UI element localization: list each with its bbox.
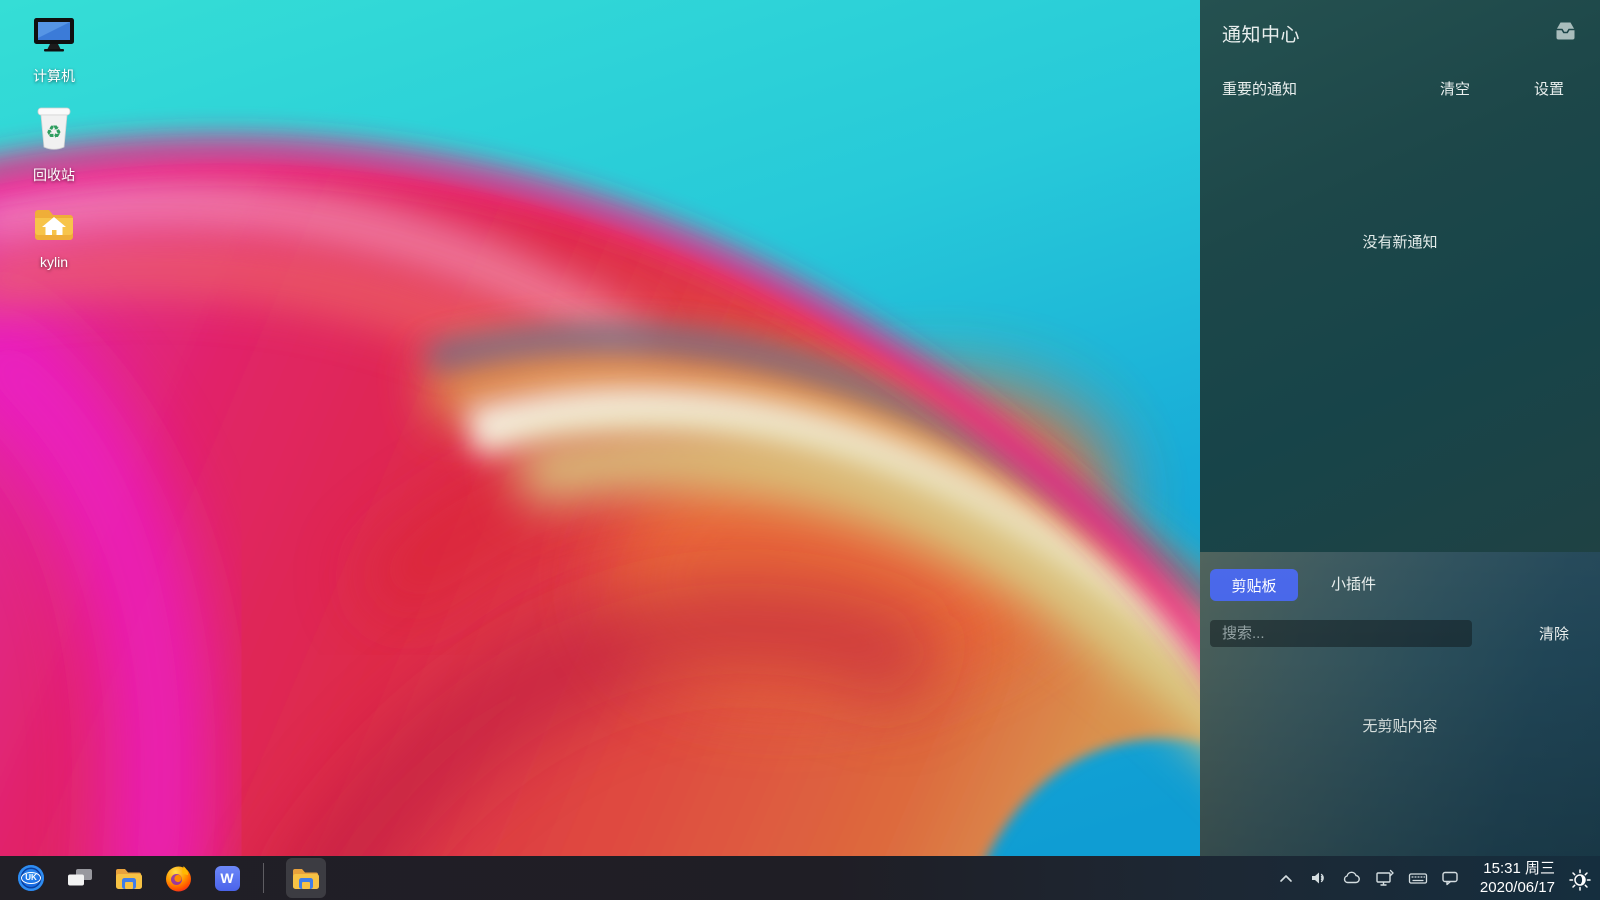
volume-icon[interactable] bbox=[1309, 868, 1329, 888]
desktop-icon-label: 回收站 bbox=[33, 165, 75, 185]
panel-header: 通知中心 bbox=[1200, 0, 1600, 66]
clear-all-button[interactable]: 清空 bbox=[1440, 78, 1470, 99]
chevron-up-icon[interactable] bbox=[1276, 868, 1296, 888]
notification-toolbar: 重要的通知 清空 设置 bbox=[1200, 66, 1600, 110]
taskbar-left: UK bbox=[0, 856, 326, 900]
notification-section: 通知中心 重要的通知 清空 设置 没有新通知 bbox=[1200, 0, 1600, 552]
inbox-tray-icon[interactable] bbox=[1553, 20, 1578, 46]
wps-icon: W bbox=[215, 866, 240, 891]
keyboard-icon[interactable] bbox=[1408, 868, 1428, 888]
file-manager-window-icon bbox=[292, 867, 320, 890]
cloud-icon[interactable] bbox=[1342, 868, 1362, 888]
desktop-icon-label: 计算机 bbox=[33, 66, 75, 86]
file-manager-window-task[interactable] bbox=[286, 858, 326, 898]
file-manager-icon bbox=[115, 867, 143, 890]
desktop-icon-computer[interactable]: 计算机 bbox=[11, 17, 97, 86]
taskbar: UK bbox=[0, 856, 1600, 900]
clear-clipboard-button[interactable]: 清除 bbox=[1539, 623, 1569, 644]
clock[interactable]: 15:31 周三 2020/06/17 bbox=[1480, 859, 1555, 897]
taskbar-separator bbox=[263, 863, 264, 893]
clipboard-search-row: 清除 bbox=[1200, 620, 1600, 647]
home-folder-icon bbox=[32, 205, 76, 246]
desktop-icon-label: kylin bbox=[40, 254, 68, 270]
tab-widgets[interactable]: 小插件 bbox=[1331, 569, 1376, 601]
wps-launcher[interactable]: W bbox=[213, 864, 241, 892]
settings-button[interactable]: 设置 bbox=[1534, 78, 1564, 99]
clipboard-section: 剪贴板 小插件 清除 无剪贴内容 bbox=[1200, 552, 1600, 856]
computer-icon bbox=[32, 17, 76, 58]
clipboard-empty-text: 无剪贴内容 bbox=[1200, 715, 1600, 736]
ukylin-logo-icon: UK bbox=[18, 865, 44, 891]
recycle-bin-icon: ♻ bbox=[33, 106, 75, 157]
clock-date: 2020/06/17 bbox=[1480, 878, 1555, 897]
file-manager-launcher[interactable] bbox=[115, 864, 143, 892]
desktop-icon-recycle-bin[interactable]: ♻ 回收站 bbox=[11, 106, 97, 185]
no-notifications-text: 没有新通知 bbox=[1200, 231, 1600, 252]
task-view-icon bbox=[67, 869, 93, 887]
panel-title: 通知中心 bbox=[1222, 20, 1300, 47]
desktop-icon-home-folder[interactable]: kylin bbox=[11, 205, 97, 270]
task-view-button[interactable] bbox=[66, 864, 94, 892]
panel-tabs: 剪贴板 小插件 bbox=[1210, 569, 1376, 601]
notification-center-panel: 通知中心 重要的通知 清空 设置 没有新通知 剪贴板 小插件 清除 无剪贴内容 bbox=[1200, 0, 1600, 856]
firefox-icon bbox=[165, 865, 192, 892]
clock-time: 15:31 周三 bbox=[1480, 859, 1555, 878]
important-notifications-label: 重要的通知 bbox=[1222, 78, 1297, 99]
night-mode-icon[interactable] bbox=[1568, 868, 1588, 888]
message-icon[interactable] bbox=[1441, 868, 1461, 888]
search-input[interactable] bbox=[1210, 620, 1472, 647]
svg-text:♻: ♻ bbox=[46, 122, 62, 142]
tab-clipboard[interactable]: 剪贴板 bbox=[1210, 569, 1298, 601]
display-connect-icon[interactable] bbox=[1375, 868, 1395, 888]
system-tray: 15:31 周三 2020/06/17 bbox=[1276, 856, 1600, 900]
firefox-launcher[interactable] bbox=[164, 864, 192, 892]
start-menu-button[interactable]: UK bbox=[17, 864, 45, 892]
